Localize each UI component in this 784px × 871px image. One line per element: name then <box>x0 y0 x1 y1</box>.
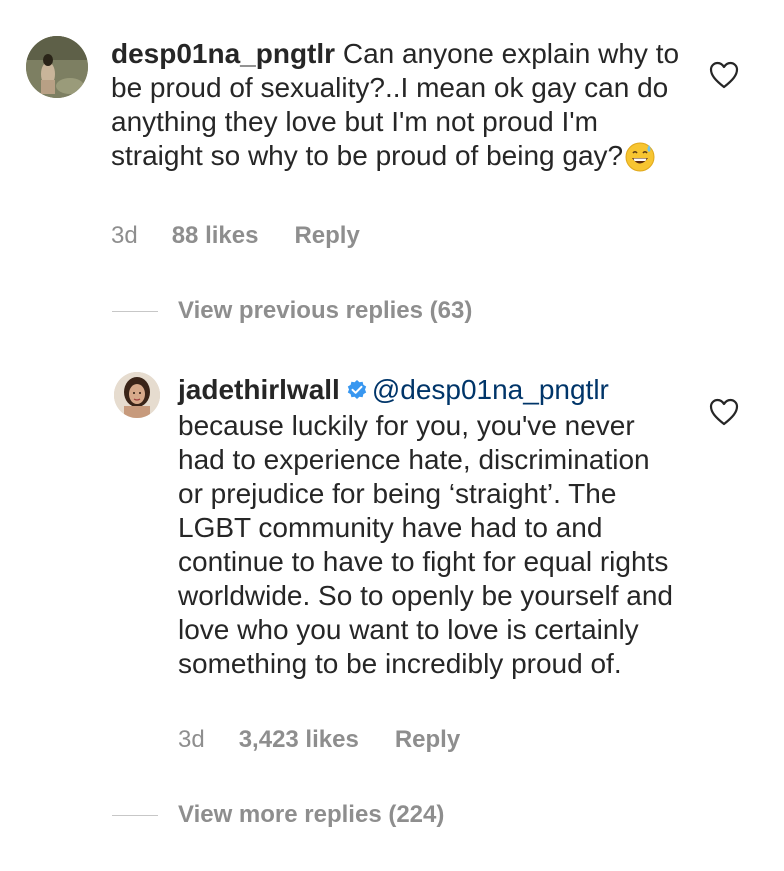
avatar-jadethirlwall[interactable] <box>114 372 160 418</box>
comment-body: jadethirlwall @desp01na_pngtlr because l… <box>178 373 678 681</box>
comment-text: because luckily for you, you've never ha… <box>178 410 673 679</box>
comment-username[interactable]: jadethirlwall <box>178 374 340 405</box>
verified-badge-icon <box>346 375 368 409</box>
comment-likes[interactable]: 88 likes <box>172 221 259 251</box>
comment-body: desp01na_pngtlr Can anyone explain why t… <box>111 37 691 180</box>
view-previous-replies[interactable]: View previous replies (63) <box>112 297 472 325</box>
view-previous-replies-label[interactable]: View previous replies (63) <box>178 297 472 325</box>
reply-button[interactable]: Reply <box>294 221 359 251</box>
mention-link[interactable]: @desp01na_pngtlr <box>372 374 609 405</box>
like-heart-icon[interactable] <box>709 398 739 431</box>
divider-line <box>112 814 158 816</box>
comment-time: 3d <box>178 726 205 753</box>
like-heart-icon[interactable] <box>709 61 739 94</box>
comment-meta: 3d 88 likes Reply <box>111 221 360 251</box>
comment-meta: 3d 3,423 likes Reply <box>178 725 460 755</box>
avatar-image <box>114 372 160 418</box>
divider-line <box>112 310 158 312</box>
avatar-image <box>26 36 88 98</box>
avatar-desp01na[interactable] <box>26 36 88 98</box>
view-more-replies-label[interactable]: View more replies (224) <box>178 801 444 829</box>
comment-desp01na: desp01na_pngtlr Can anyone explain why t… <box>0 0 784 270</box>
comment-jadethirlwall: jadethirlwall @desp01na_pngtlr because l… <box>0 360 784 780</box>
comment-time: 3d <box>111 222 138 249</box>
grinning-sweat-emoji-icon <box>625 142 655 180</box>
comment-username[interactable]: desp01na_pngtlr <box>111 38 335 69</box>
reply-button[interactable]: Reply <box>395 725 460 755</box>
comment-likes[interactable]: 3,423 likes <box>239 725 359 755</box>
view-more-replies[interactable]: View more replies (224) <box>112 801 444 829</box>
